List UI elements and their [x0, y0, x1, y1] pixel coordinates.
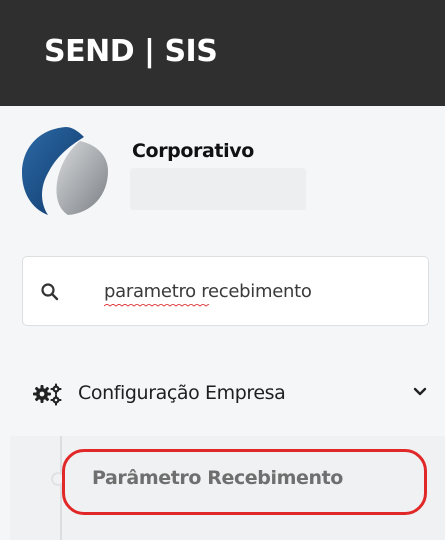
spellcheck-underline — [104, 304, 210, 307]
menu-label[interactable]: Configuração Empresa — [78, 382, 286, 404]
search-value[interactable]: parametro recebimento — [104, 281, 312, 302]
brand-title[interactable]: SEND | SIS — [44, 34, 218, 69]
search-icon[interactable] — [40, 282, 60, 302]
profile-name: Corporativo — [132, 140, 254, 162]
company-logo-icon — [22, 127, 108, 215]
chevron-down-icon[interactable] — [412, 384, 428, 400]
submenu-item-parametro-recebimento[interactable]: Parâmetro Recebimento — [92, 467, 343, 489]
gears-icon — [33, 383, 62, 406]
top-bar: SEND | SIS — [0, 0, 445, 106]
profile-subtitle-blurred — [130, 168, 306, 210]
